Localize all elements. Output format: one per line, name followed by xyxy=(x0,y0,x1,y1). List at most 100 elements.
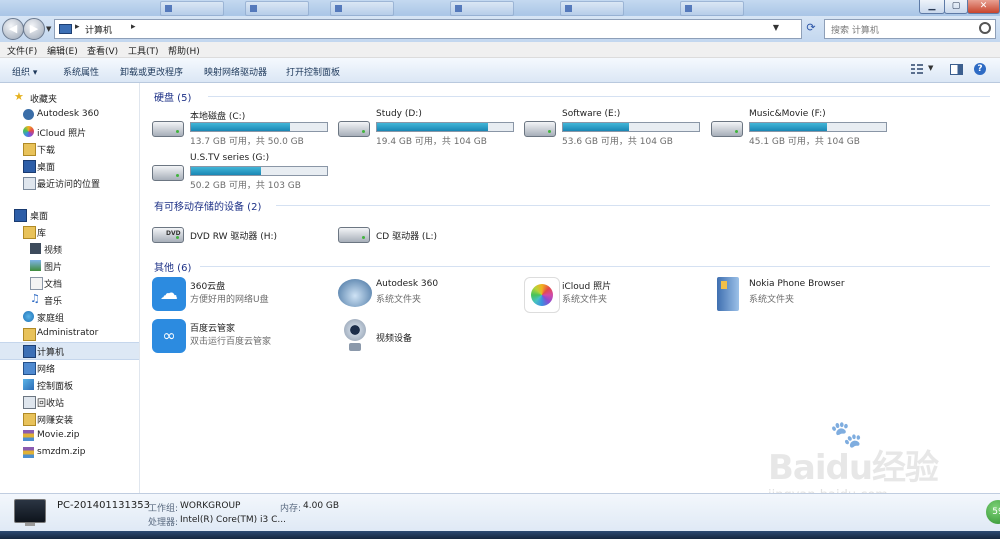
phone-icon xyxy=(717,277,739,311)
open-control-panel-button[interactable]: 打开控制面板 xyxy=(286,65,340,78)
map-network-drive-button[interactable]: 映射网络驱动器 xyxy=(204,65,267,78)
menu-tools[interactable]: 工具(T) xyxy=(128,44,159,57)
sidebar-item-icloud-photos[interactable]: iCloud 照片 xyxy=(0,124,139,140)
drive-dvd-h[interactable]: DVD DVD RW 驱动器 (H:) xyxy=(152,217,338,253)
sidebar-item-label: 家庭组 xyxy=(37,314,65,324)
change-view-icon[interactable] xyxy=(911,64,923,74)
sidebar-item-videos[interactable]: 视频 xyxy=(0,241,139,257)
cloud-icon: ☁ xyxy=(152,277,186,311)
system-properties-button[interactable]: 系统属性 xyxy=(63,65,99,78)
item-video-device[interactable]: 视频设备 xyxy=(338,319,524,355)
drive-f[interactable]: Music&Movie (F:) 45.1 GB 可用，共 104 GB xyxy=(711,109,897,147)
memory-value: 4.00 GB xyxy=(303,501,340,511)
back-button[interactable]: ◀ xyxy=(2,18,24,40)
item-name: Nokia Phone Browser xyxy=(749,279,845,289)
group-header-hard-disks[interactable]: 硬盘 (5) xyxy=(154,89,191,104)
drive-space-info: 13.7 GB 可用，共 50.0 GB xyxy=(190,137,304,147)
background-tab[interactable] xyxy=(330,1,394,16)
item-nokia-phone-browser[interactable]: Nokia Phone Browser 系统文件夹 xyxy=(711,277,897,313)
close-button[interactable]: ✕ xyxy=(967,0,1000,14)
sidebar-item-library[interactable]: 库 xyxy=(0,224,139,240)
drive-d[interactable]: Study (D:) 19.4 GB 可用，共 104 GB xyxy=(338,109,524,147)
sidebar-item-network[interactable]: 网络 xyxy=(0,360,139,376)
sidebar-item-desktop-fav[interactable]: 桌面 xyxy=(0,158,139,174)
search-icon[interactable] xyxy=(979,22,991,34)
address-dropdown-icon[interactable]: ▼ xyxy=(773,23,779,32)
item-360-cloud[interactable]: ☁ 360云盘 方便好用的网络U盘 xyxy=(152,277,338,313)
command-bar: 组织 ▾ 系统属性 卸载或更改程序 映射网络驱动器 打开控制面板 ▼ ? xyxy=(0,58,1000,83)
group-header-other[interactable]: 其他 (6) xyxy=(154,259,191,274)
menu-edit[interactable]: 编辑(E) xyxy=(47,44,78,57)
hard-drive-icon xyxy=(152,165,184,181)
address-bar[interactable]: ▸ 计算机 ▸ ▼ xyxy=(54,19,802,39)
sidebar-item-label: 收藏夹 xyxy=(30,95,58,105)
menu-help[interactable]: 帮助(H) xyxy=(168,44,200,57)
sidebar-item-smzdm-zip[interactable]: smzdm.zip xyxy=(0,445,139,461)
organize-button[interactable]: 组织 ▾ xyxy=(12,65,37,78)
menu-file[interactable]: 文件(F) xyxy=(7,44,37,57)
chevron-right-icon[interactable]: ▸ xyxy=(75,22,80,32)
sidebar-item-desktop[interactable]: 桌面 xyxy=(0,207,139,223)
sidebar-item-recycle-bin[interactable]: 回收站 xyxy=(0,394,139,410)
sidebar-item-control-panel[interactable]: 控制面板 xyxy=(0,377,139,393)
background-tab[interactable] xyxy=(560,1,624,16)
background-tab[interactable] xyxy=(680,1,744,16)
sidebar-item-administrator[interactable]: Administrator xyxy=(0,326,139,342)
drive-name: Music&Movie (F:) xyxy=(749,109,826,119)
sidebar-item-pictures[interactable]: 图片 xyxy=(0,258,139,274)
drive-name: 本地磁盘 (C:) xyxy=(190,112,246,122)
background-tab[interactable] xyxy=(160,1,224,16)
chevron-right-icon[interactable]: ▸ xyxy=(131,22,136,32)
item-name: 360云盘 xyxy=(190,282,226,292)
view-options-dropdown-icon[interactable]: ▼ xyxy=(928,64,933,72)
drive-e[interactable]: Software (E:) 53.6 GB 可用，共 104 GB xyxy=(524,109,710,147)
preview-pane-icon[interactable] xyxy=(950,64,963,75)
sidebar-item-movie-zip[interactable]: Movie.zip xyxy=(0,428,139,444)
sidebar-item-computer[interactable]: 计算机 xyxy=(0,342,139,360)
hard-drive-icon xyxy=(524,121,556,137)
sidebar-item-wangzhuan[interactable]: 网赚安装 xyxy=(0,411,139,427)
hard-drive-icon xyxy=(711,121,743,137)
drive-c[interactable]: 本地磁盘 (C:) 13.7 GB 可用，共 50.0 GB xyxy=(152,109,338,147)
sidebar-item-downloads[interactable]: 下载 xyxy=(0,141,139,157)
background-tab[interactable] xyxy=(450,1,514,16)
minimize-button[interactable]: ▁ xyxy=(919,0,945,14)
sidebar-item-documents[interactable]: 文档 xyxy=(0,275,139,291)
drive-cd-l[interactable]: CD 驱动器 (L:) xyxy=(338,217,524,253)
phone-icon-part xyxy=(721,281,727,289)
group-header-removable[interactable]: 有可移动存储的设备 (2) xyxy=(154,198,261,213)
item-icloud-photos[interactable]: iCloud 照片 系统文件夹 xyxy=(524,277,710,313)
drive-usage-fill xyxy=(563,123,629,131)
breadcrumb-computer[interactable]: 计算机 xyxy=(85,23,112,36)
downloads-folder-icon xyxy=(23,143,36,156)
item-baidu-cloud[interactable]: ∞ 百度云管家 双击运行百度云管家 xyxy=(152,319,338,355)
divider xyxy=(276,205,990,206)
dvd-icon-label: DVD xyxy=(166,230,181,237)
recent-pages-dropdown-icon[interactable]: ▼ xyxy=(46,25,51,33)
drive-g[interactable]: U.S.TV series (G:) 50.2 GB 可用，共 103 GB xyxy=(152,153,338,191)
search-input[interactable]: 搜索 计算机 xyxy=(824,19,996,39)
drive-usage-fill xyxy=(377,123,488,131)
item-autodesk-360[interactable]: Autodesk 360 系统文件夹 xyxy=(338,277,524,313)
background-tab[interactable] xyxy=(245,1,309,16)
sidebar-item-homegroup[interactable]: 家庭组 xyxy=(0,309,139,325)
sidebar-item-music[interactable]: ♫ 音乐 xyxy=(0,292,139,308)
photos-flower-icon xyxy=(531,284,553,306)
sidebar-item-autodesk360[interactable]: Autodesk 360 xyxy=(0,107,139,123)
sidebar-item-label: 计算机 xyxy=(37,348,65,358)
sidebar-item-label: 回收站 xyxy=(37,399,65,409)
baidu-cloud-icon: ∞ xyxy=(152,319,186,353)
sidebar-item-label: Administrator xyxy=(37,328,99,338)
sidebar-item-recent-places[interactable]: 最近访问的位置 xyxy=(0,175,139,191)
refresh-icon[interactable]: ⟳ xyxy=(804,21,818,35)
sidebar-item-label: smzdm.zip xyxy=(37,447,86,457)
cd-drive-icon xyxy=(338,227,370,243)
webcam-icon xyxy=(344,319,366,341)
uninstall-program-button[interactable]: 卸载或更改程序 xyxy=(120,65,183,78)
sidebar-item-favorites[interactable]: ★ 收藏夹 xyxy=(0,90,139,106)
maximize-button[interactable]: ▢ xyxy=(944,0,968,14)
forward-button[interactable]: ▶ xyxy=(23,18,45,40)
help-icon[interactable]: ? xyxy=(974,63,986,75)
menu-view[interactable]: 查看(V) xyxy=(87,44,118,57)
photos-app-icon xyxy=(524,277,560,313)
